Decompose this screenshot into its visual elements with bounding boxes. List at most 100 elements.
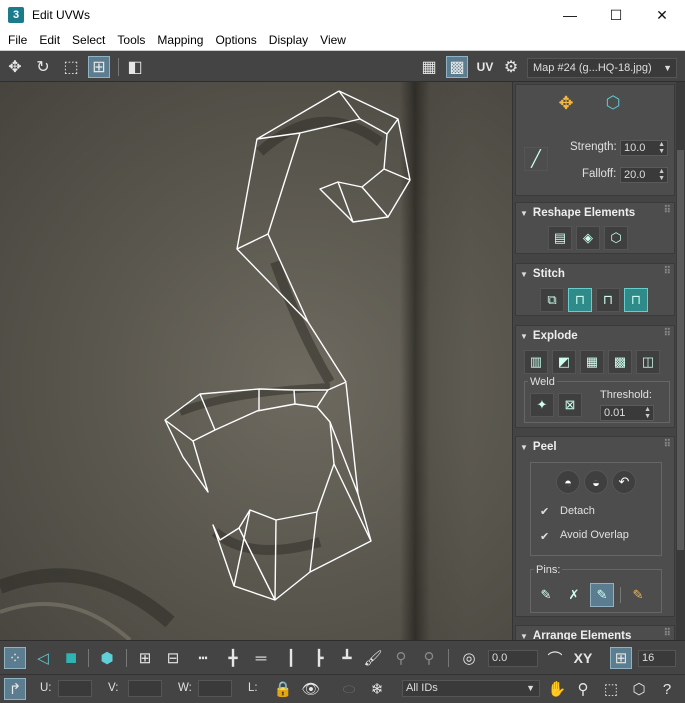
zoom-region-icon[interactable]: ⬚ (600, 678, 622, 700)
flatten-icon[interactable]: ⬡ (604, 226, 628, 250)
scale-icon[interactable]: ⬚ (60, 56, 82, 78)
move-icon[interactable]: ✥ (4, 56, 26, 78)
element-select-icon[interactable]: ⬢ (96, 647, 118, 669)
spinner-arrows-icon[interactable]: ▲ ▼ (644, 406, 651, 420)
xy-toggle[interactable]: XY (572, 647, 594, 669)
close-button[interactable]: ✕ (639, 0, 685, 30)
grow-selection-icon[interactable]: ⊞ (134, 647, 156, 669)
grip-icon[interactable]: ⠿ (664, 328, 671, 339)
grid-size-field[interactable]: 16 (638, 650, 676, 667)
id-select[interactable]: All IDs ▼ (402, 680, 540, 697)
menu-view[interactable]: View (314, 33, 352, 47)
loop-grow-icon[interactable]: ╋ (222, 647, 244, 669)
peel-header[interactable]: ▼ Peel ⠿ (516, 437, 674, 457)
edge-select-icon[interactable]: ◁ (32, 647, 54, 669)
relax-icon[interactable]: ◈ (576, 226, 600, 250)
falloff-field[interactable]: 20.0 ▲ ▼ (620, 167, 668, 183)
spinner-arrows-icon[interactable]: ▲ ▼ (658, 168, 665, 182)
select-pins-icon[interactable]: ✎ (626, 583, 650, 607)
stitch-source-icon[interactable]: ⊓ (596, 288, 620, 312)
peel-mode-icon[interactable]: ◒ (584, 470, 608, 494)
v-field[interactable] (128, 680, 162, 697)
stitch-header[interactable]: ▼ Stitch ⠿ (516, 264, 674, 284)
break-by-checker-icon[interactable]: ▩ (608, 350, 632, 374)
panel-scrollbar-thumb[interactable] (677, 150, 684, 550)
break-by-material-icon[interactable]: ▦ (580, 350, 604, 374)
menu-options[interactable]: Options (209, 33, 262, 47)
ring-grow-icon[interactable]: ┣ (308, 647, 330, 669)
settings-icon[interactable]: ⚙ (500, 56, 522, 78)
falloff-curve-icon[interactable]: ⌒ (544, 647, 566, 669)
strength-field[interactable]: 10.0 ▲ ▼ (620, 140, 668, 156)
paint-grow-icon[interactable]: ⚲ (390, 647, 412, 669)
spinner-arrows-icon[interactable]: ▲ ▼ (658, 141, 665, 155)
hide-icon[interactable]: ⬭ (338, 678, 360, 700)
paint-shrink-icon[interactable]: ⚲ (418, 647, 440, 669)
vertex-select-icon[interactable]: ⁘ (4, 647, 26, 669)
detach-checkbox[interactable]: ✔ (540, 505, 549, 518)
absolute-offset-icon[interactable]: ↱ (4, 678, 26, 700)
arrange-header[interactable]: ▼ Arrange Elements ⠿ (516, 626, 674, 640)
uv-canvas[interactable] (0, 82, 512, 640)
grip-icon[interactable]: ⠿ (664, 266, 671, 277)
map-select[interactable]: Map #24 (g...HQ-18.jpg) ▼ (527, 58, 677, 78)
paint-select-icon[interactable]: 🖌 (362, 647, 384, 669)
break-by-polygon-icon[interactable]: ▥ (524, 350, 548, 374)
weld-selected-icon[interactable]: ✦ (530, 393, 554, 417)
unpin-icon[interactable]: ✗ (562, 583, 586, 607)
stitch-average-icon[interactable]: ⊓ (624, 288, 648, 312)
show-map-icon[interactable]: ▩ (446, 56, 468, 78)
rotate-icon[interactable]: ↻ (32, 56, 54, 78)
maximize-button[interactable]: ☐ (593, 0, 639, 30)
lock-icon[interactable]: 🔒 (272, 678, 294, 700)
uv-toggle[interactable]: UV (474, 56, 496, 78)
soft-selection-icon[interactable]: ◎ (458, 647, 480, 669)
grip-icon[interactable]: ⠿ (664, 205, 671, 216)
ring-icon[interactable]: ┃ (280, 647, 302, 669)
freeform-icon[interactable]: ⊞ (88, 56, 110, 78)
reshape-header[interactable]: ▼ Reshape Elements ⠿ (516, 203, 674, 223)
menu-edit[interactable]: Edit (33, 33, 66, 47)
u-field[interactable] (58, 680, 92, 697)
menu-select[interactable]: Select (66, 33, 111, 47)
stitch-target-icon[interactable]: ⊓ (568, 288, 592, 312)
zoom-icon[interactable]: ⚲ (572, 678, 594, 700)
explode-header[interactable]: ▼ Explode ⠿ (516, 326, 674, 346)
menu-mapping[interactable]: Mapping (151, 33, 209, 47)
show-hide-icon[interactable]: 👁 (300, 678, 322, 700)
break-by-smoothing-icon[interactable]: ◩ (552, 350, 576, 374)
menu-display[interactable]: Display (263, 33, 314, 47)
help-icon[interactable]: ? (656, 678, 678, 700)
zoom-extents-icon[interactable]: ⬡ (628, 678, 650, 700)
grip-icon[interactable]: ⠿ (664, 439, 671, 450)
menu-tools[interactable]: Tools (111, 33, 151, 47)
loop-shrink-icon[interactable]: ═ (250, 647, 272, 669)
auto-pin-icon[interactable]: ✎ (590, 583, 614, 607)
uv-shell-wireframe[interactable] (164, 90, 411, 601)
brush-line-icon[interactable]: ╱ (524, 147, 548, 171)
ring-shrink-icon[interactable]: ┻ (336, 647, 358, 669)
quick-peel-icon[interactable]: ◓ (556, 470, 580, 494)
stitch-custom-icon[interactable]: ⧉ (540, 288, 564, 312)
angle-field[interactable]: 0.0 (488, 650, 538, 667)
pan-icon[interactable]: ✋ (546, 678, 568, 700)
reset-peel-icon[interactable]: ↶ (612, 470, 636, 494)
minimize-button[interactable]: — (547, 0, 593, 30)
pin-icon[interactable]: ✎ (534, 583, 558, 607)
w-field[interactable] (198, 680, 232, 697)
polygon-select-icon[interactable]: ■ (60, 647, 82, 669)
threshold-field[interactable]: 0.01 ▲ ▼ (600, 405, 654, 421)
paint-brush-icon[interactable]: ⬡ (601, 91, 625, 115)
weld-target-icon[interactable]: ⊠ (558, 393, 582, 417)
checker-icon[interactable]: ▦ (418, 56, 440, 78)
relax-brush-icon[interactable]: ✥ (554, 91, 578, 115)
shrink-selection-icon[interactable]: ⊟ (162, 647, 184, 669)
freeze-icon[interactable]: ❄ (366, 678, 388, 700)
break-icon[interactable]: ◫ (636, 350, 660, 374)
grip-icon[interactable]: ⠿ (664, 628, 671, 639)
mirror-icon[interactable]: ◧ (124, 56, 146, 78)
avoid-overlap-checkbox[interactable]: ✔ (540, 530, 549, 543)
menu-file[interactable]: File (2, 33, 33, 47)
grid-snap-icon[interactable]: ⊞ (610, 647, 632, 669)
straighten-icon[interactable]: ▤ (548, 226, 572, 250)
